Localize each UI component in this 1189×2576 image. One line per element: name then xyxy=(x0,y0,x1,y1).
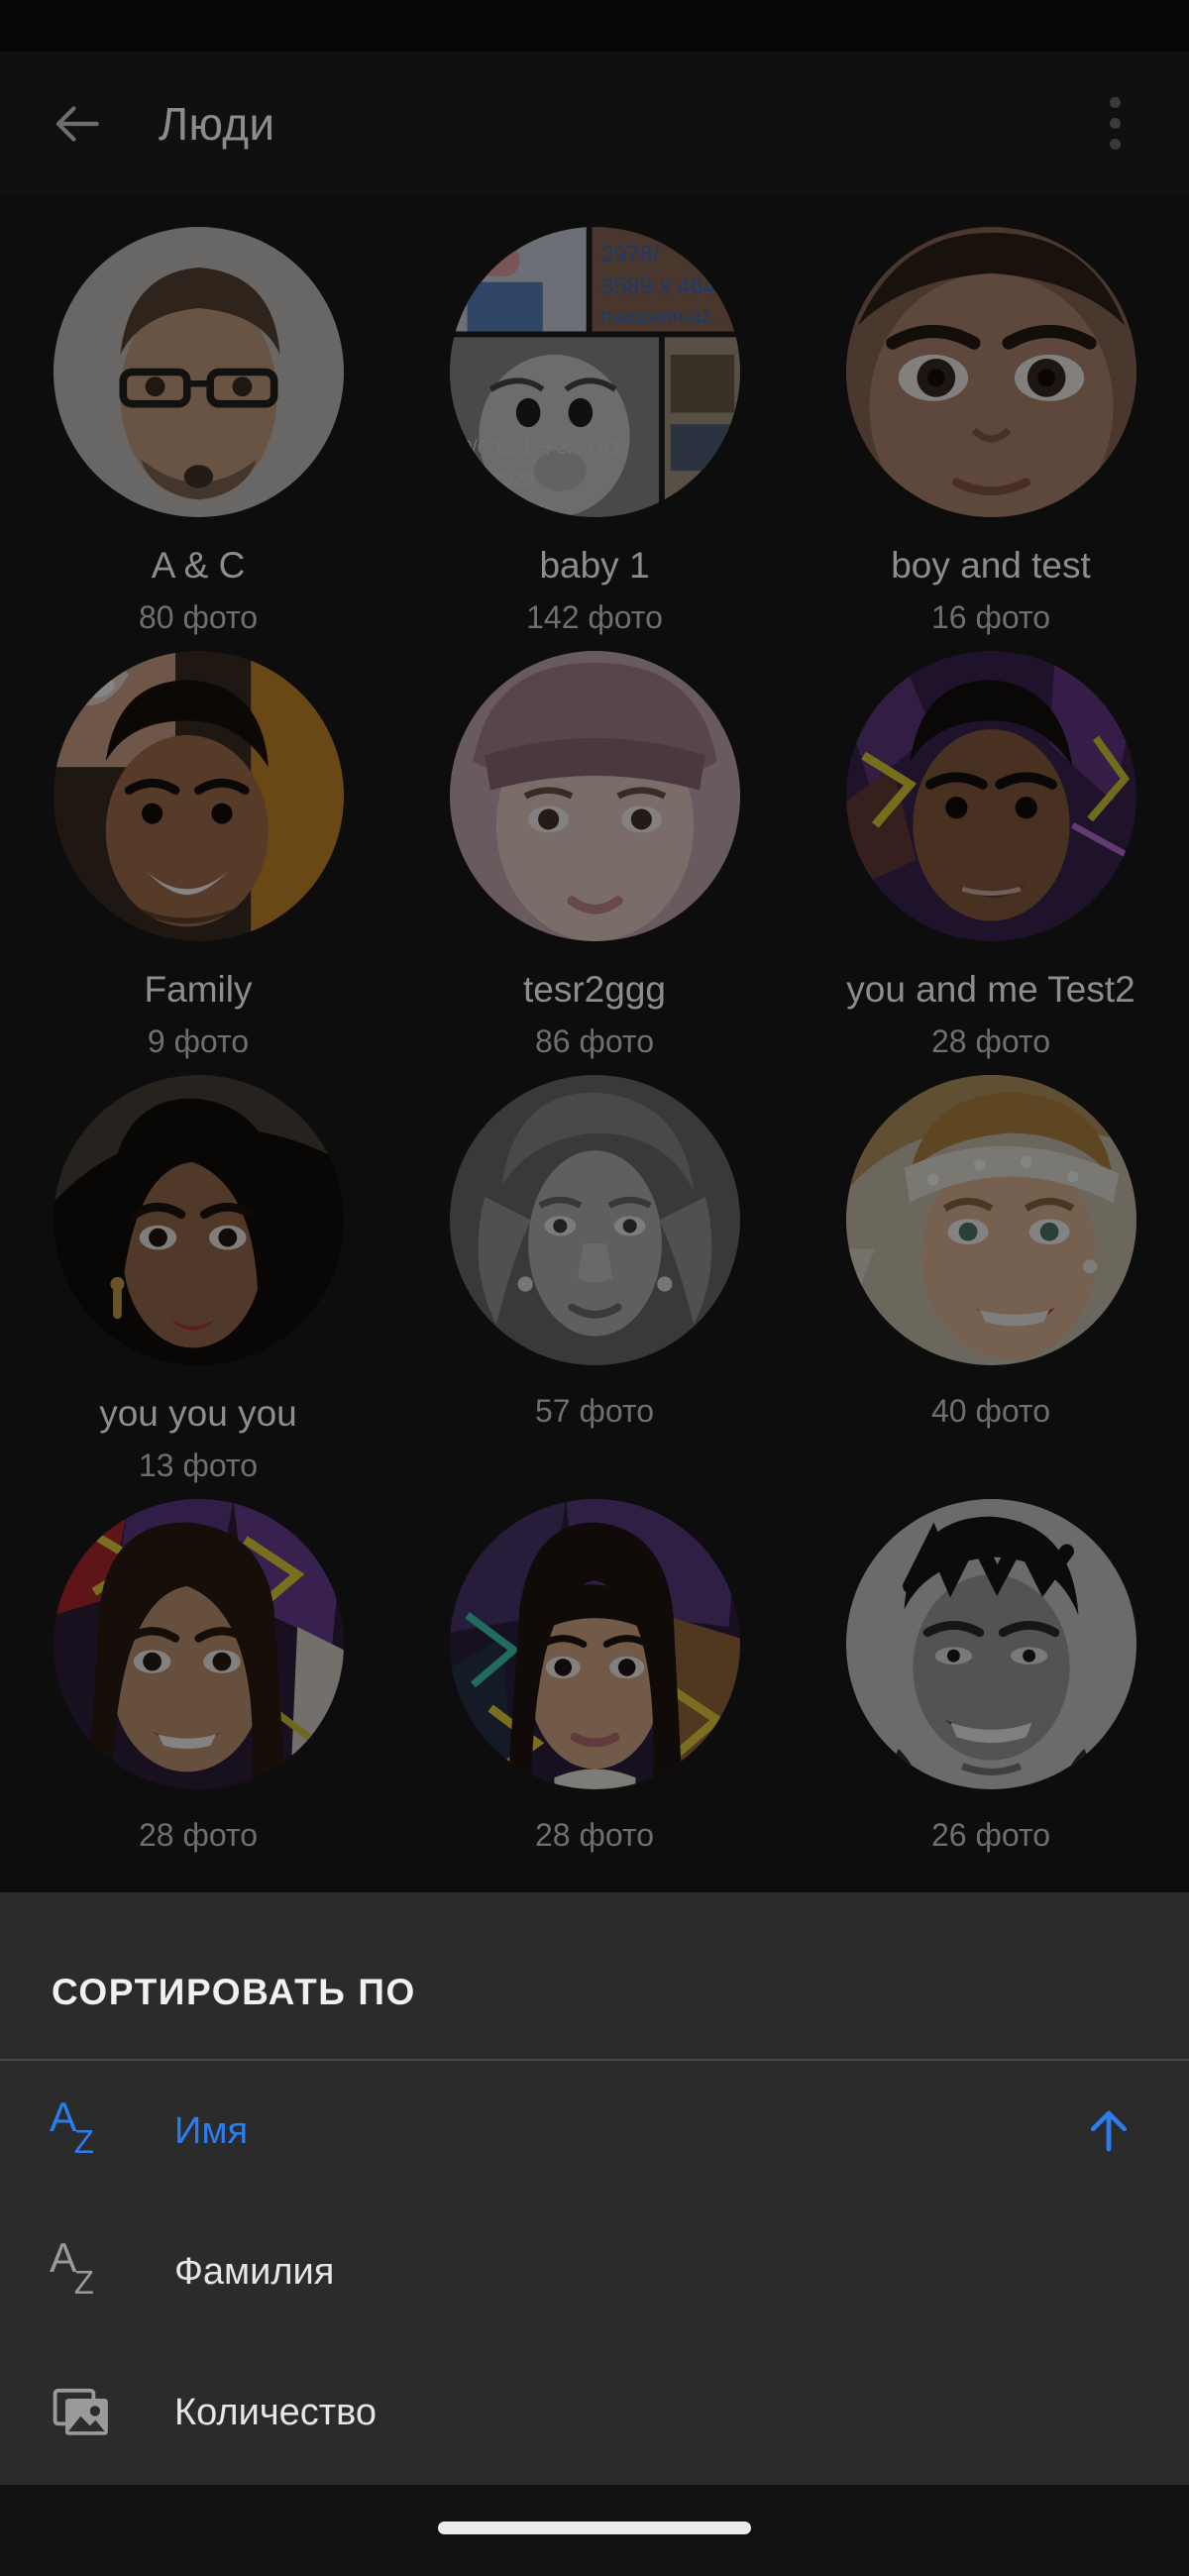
avatar xyxy=(450,1499,740,1789)
person-cell[interactable]: 28 фото xyxy=(396,1499,793,1923)
page-title: Люди xyxy=(159,97,274,151)
people-grid: A & C 80 фото 2978/ 3589 x 4641 naassom-… xyxy=(0,195,1189,1892)
people-screen: Люди xyxy=(0,0,1189,2576)
person-photo-count: 57 фото xyxy=(535,1395,654,1429)
avatar-image xyxy=(846,1075,1136,1365)
person-cell[interactable]: 2978/ 3589 x 4641 naassom-az... 0/6/12 上… xyxy=(396,227,793,651)
sort-options-list: A Z Имя A Z xyxy=(0,2061,1189,2483)
avatar-image xyxy=(846,227,1136,517)
avatar-image xyxy=(846,1499,1136,1789)
svg-text:0/6/12 上午2:55:03: 0/6/12 上午2:55:03 xyxy=(461,437,619,459)
svg-text:naassom-az...: naassom-az... xyxy=(600,305,728,328)
person-name: you and me Test2 xyxy=(846,971,1135,1010)
person-cell[interactable]: tesr2ggg 86 фото xyxy=(396,651,793,1075)
svg-text:Z: Z xyxy=(74,2264,94,2301)
svg-text:Z: Z xyxy=(74,2123,94,2160)
gesture-handle[interactable] xyxy=(438,2522,751,2534)
people-row: 28 фото xyxy=(0,1499,1189,1923)
sort-option-count[interactable]: Количество xyxy=(0,2342,1189,2483)
photo-stack-icon xyxy=(40,2370,125,2455)
person-photo-count: 86 фото xyxy=(535,1025,654,1059)
person-cell[interactable]: 40 фото xyxy=(793,1075,1189,1499)
person-photo-count: 28 фото xyxy=(931,1025,1050,1059)
back-button[interactable] xyxy=(22,69,131,178)
person-name: you you you xyxy=(99,1395,297,1434)
app-bar: Люди xyxy=(0,52,1189,195)
person-name: A & C xyxy=(152,547,246,586)
avatar-image xyxy=(450,1499,740,1789)
person-cell[interactable]: Family 9 фото xyxy=(0,651,396,1075)
overflow-dot xyxy=(1110,97,1121,108)
svg-text:baby-2.jpg: baby-2.jpg xyxy=(461,498,549,517)
person-cell[interactable]: 26 фото xyxy=(793,1499,1189,1923)
avatar-image xyxy=(450,1075,740,1365)
person-photo-count: 40 фото xyxy=(931,1395,1050,1429)
people-row: you you you 13 фото xyxy=(0,1075,1189,1499)
status-bar xyxy=(0,0,1189,52)
avatar xyxy=(450,651,740,941)
person-cell[interactable]: 28 фото xyxy=(0,1499,396,1923)
person-name: boy and test xyxy=(891,547,1091,586)
avatar-image xyxy=(54,1499,344,1789)
avatar-image xyxy=(54,1075,344,1365)
avatar-image: 2978/ 3589 x 4641 naassom-az... 0/6/12 上… xyxy=(450,227,740,517)
avatar: 2978/ 3589 x 4641 naassom-az... 0/6/12 上… xyxy=(450,227,740,517)
avatar-image xyxy=(54,227,344,517)
sort-bottom-sheet: СОРТИРОВАТЬ ПО A Z Имя xyxy=(0,1892,1189,2576)
person-photo-count: 26 фото xyxy=(931,1819,1050,1853)
sort-option-label: Имя xyxy=(174,2110,248,2153)
person-photo-count: 142 фото xyxy=(526,601,663,635)
person-photo-count: 28 фото xyxy=(139,1819,258,1853)
people-row: Family 9 фото xyxy=(0,651,1189,1075)
overflow-dot xyxy=(1110,139,1121,150)
avatar xyxy=(450,1075,740,1365)
avatar xyxy=(846,1499,1136,1789)
avatar-image xyxy=(846,651,1136,941)
svg-text:9 x 2929: 9 x 2929 xyxy=(461,470,533,490)
person-photo-count: 16 фото xyxy=(931,601,1050,635)
person-photo-count: 13 фото xyxy=(139,1449,258,1483)
svg-text:3589 x 4641: 3589 x 4641 xyxy=(600,272,728,298)
person-name: Family xyxy=(145,971,253,1010)
arrow-left-icon xyxy=(46,93,107,155)
person-cell[interactable]: A & C 80 фото xyxy=(0,227,396,651)
az-sort-icon: A Z xyxy=(40,2229,125,2314)
person-photo-count: 28 фото xyxy=(535,1819,654,1853)
avatar xyxy=(54,227,344,517)
person-cell[interactable]: you and me Test2 28 фото xyxy=(793,651,1189,1075)
sort-option-name[interactable]: A Z Имя xyxy=(0,2061,1189,2201)
person-cell[interactable]: 57 фото xyxy=(396,1075,793,1499)
sort-option-label: Количество xyxy=(174,2392,377,2434)
person-photo-count: 9 фото xyxy=(148,1025,249,1059)
avatar xyxy=(846,651,1136,941)
avatar xyxy=(54,651,344,941)
avatar xyxy=(846,1075,1136,1365)
sort-direction-ascending-icon[interactable] xyxy=(1074,2093,1143,2170)
overflow-dot xyxy=(1110,118,1121,129)
az-sort-icon: A Z xyxy=(40,2089,125,2174)
sort-option-label: Фамилия xyxy=(174,2251,334,2294)
sort-option-surname[interactable]: A Z Фамилия xyxy=(0,2201,1189,2342)
people-row: A & C 80 фото 2978/ 3589 x 4641 naassom-… xyxy=(0,227,1189,651)
person-cell[interactable]: you you you 13 фото xyxy=(0,1075,396,1499)
more-vertical-icon[interactable] xyxy=(1070,79,1159,168)
person-name: baby 1 xyxy=(539,547,649,586)
system-navigation-bar xyxy=(0,2485,1189,2576)
avatar xyxy=(54,1499,344,1789)
svg-text:2978/: 2978/ xyxy=(600,241,659,267)
avatar xyxy=(54,1075,344,1365)
person-photo-count: 80 фото xyxy=(139,601,258,635)
avatar-image xyxy=(54,651,344,941)
person-cell[interactable]: boy and test 16 фото xyxy=(793,227,1189,651)
avatar xyxy=(846,227,1136,517)
person-name: tesr2ggg xyxy=(523,971,666,1010)
avatar-image xyxy=(450,651,740,941)
sort-sheet-title: СОРТИРОВАТЬ ПО xyxy=(52,1972,416,2013)
